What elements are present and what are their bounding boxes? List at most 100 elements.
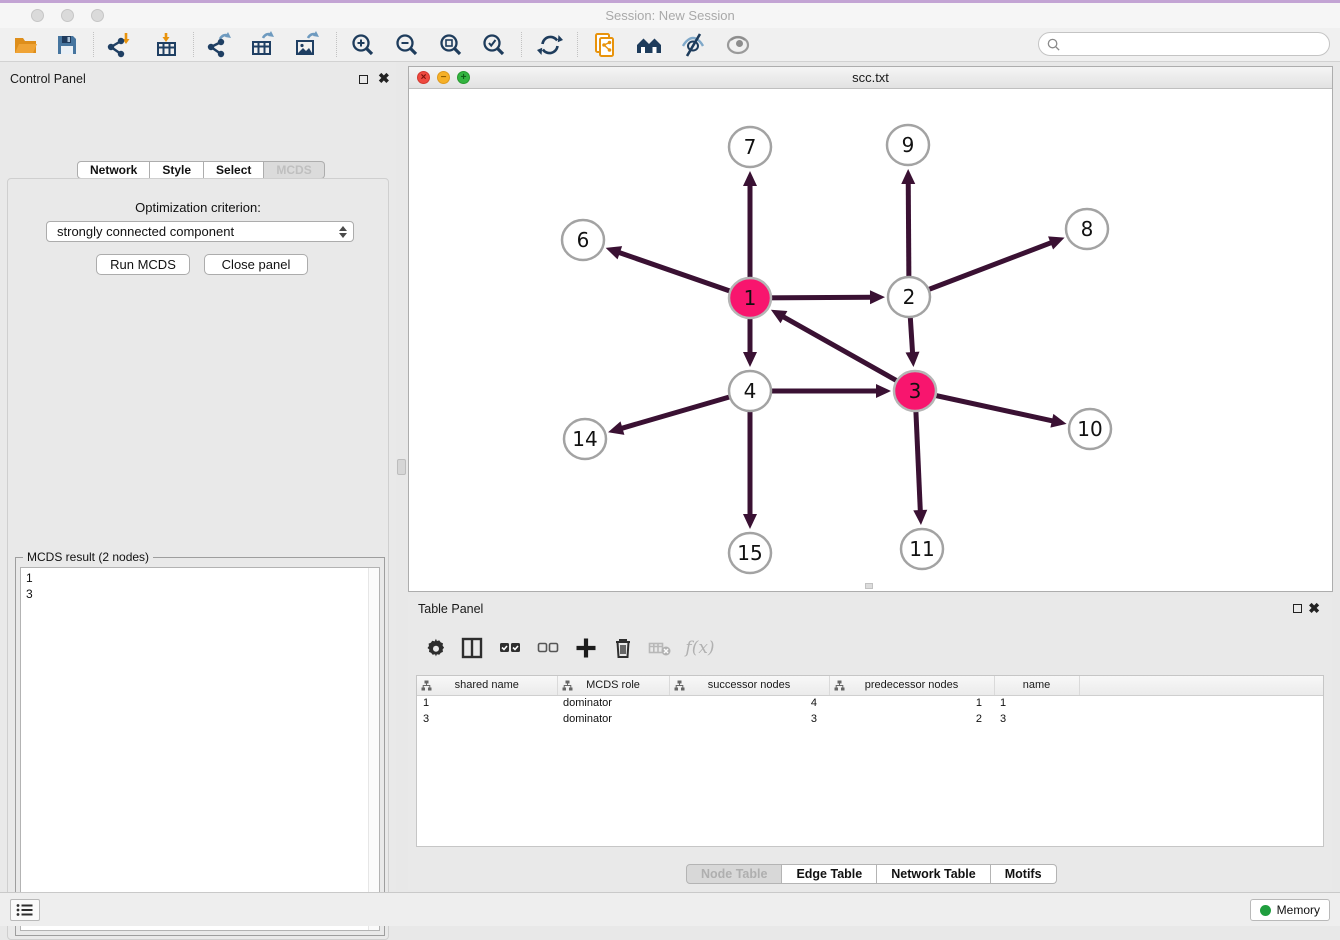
graph-node-9[interactable]: 9 [887, 125, 929, 165]
table-row[interactable]: 3dominator323 [417, 711, 1323, 727]
toolbar-separator [93, 32, 94, 57]
zoom-in-icon[interactable] [348, 30, 378, 60]
arrowhead-icon [606, 246, 622, 259]
graph-node-4[interactable]: 4 [729, 371, 771, 411]
vertical-splitter-handle[interactable] [397, 459, 406, 475]
graph-node-1[interactable]: 1 [729, 278, 771, 318]
memory-status-icon [1260, 905, 1271, 916]
save-session-icon[interactable] [52, 30, 82, 60]
column-header-name[interactable]: name [994, 676, 1079, 695]
task-history-button[interactable] [10, 899, 40, 921]
graph-node-8[interactable]: 8 [1066, 209, 1108, 249]
export-image-icon[interactable] [292, 30, 322, 60]
criterion-dropdown[interactable]: strongly connected component [46, 221, 354, 242]
result-line: 1 [26, 570, 374, 586]
status-bar: Memory [0, 892, 1340, 926]
open-session-icon[interactable] [11, 30, 41, 60]
function-builder-icon[interactable]: f(x) [682, 634, 718, 662]
tab-network[interactable]: Network [77, 161, 150, 179]
graph-node-10[interactable]: 10 [1069, 409, 1111, 449]
export-network-icon[interactable] [204, 30, 234, 60]
svg-text:8: 8 [1081, 217, 1094, 241]
import-network-icon[interactable] [104, 30, 134, 60]
graph-edge-3-1[interactable] [782, 316, 915, 391]
tab-mcds[interactable]: MCDS [264, 161, 324, 179]
svg-text:6: 6 [577, 228, 590, 252]
graphics-details-icon[interactable] [723, 30, 753, 60]
mcds-result-title: MCDS result (2 nodes) [23, 550, 153, 564]
zoom-out-icon[interactable] [392, 30, 422, 60]
tab-style[interactable]: Style [150, 161, 204, 179]
mcds-result-group: MCDS result (2 nodes) 1 3 [15, 557, 385, 936]
search-input[interactable] [1061, 37, 1329, 51]
close-panel-button[interactable]: Close panel [204, 254, 308, 275]
network-canvas[interactable]: 7 9 6 8 1 2 4 3 14 10 15 11 [409, 89, 1332, 592]
deselect-all-icon[interactable] [534, 634, 562, 662]
graph-node-15[interactable]: 15 [729, 533, 771, 573]
zoom-fit-icon[interactable] [436, 30, 466, 60]
control-panel: Control Panel ✖ Network Style Select MCD… [0, 62, 396, 890]
hide-selected-icon[interactable] [678, 30, 708, 60]
close-panel-icon[interactable]: ✖ [378, 73, 390, 83]
svg-text:2: 2 [903, 285, 916, 309]
clone-network-icon[interactable] [590, 30, 620, 60]
column-panel-icon[interactable] [458, 634, 486, 662]
tab-select[interactable]: Select [204, 161, 264, 179]
float-table-panel-icon[interactable] [1293, 604, 1302, 613]
hierarchy-icon [421, 680, 432, 694]
svg-text:15: 15 [737, 541, 762, 565]
app-titlebar: Session: New Session [0, 3, 1340, 28]
tab-node-table[interactable]: Node Table [686, 864, 782, 884]
hierarchy-icon [674, 680, 685, 694]
table-header-row: shared name MCDS role successor nodes pr… [417, 676, 1323, 695]
graph-node-11[interactable]: 11 [901, 529, 943, 569]
column-header-predecessor-nodes[interactable]: predecessor nodes [829, 676, 994, 695]
svg-text:4: 4 [744, 379, 757, 403]
tab-edge-table[interactable]: Edge Table [782, 864, 877, 884]
arrowhead-icon [1050, 414, 1066, 428]
add-row-icon[interactable] [572, 634, 600, 662]
show-all-homes-icon[interactable] [634, 30, 664, 60]
control-panel-tabs: Network Style Select MCDS [77, 161, 325, 179]
table-settings-gear-icon[interactable] [422, 634, 450, 662]
arrowhead-icon [743, 514, 757, 529]
mcds-result-textarea[interactable]: 1 3 [20, 567, 380, 931]
select-all-icon[interactable] [496, 634, 524, 662]
svg-text:1: 1 [744, 286, 757, 310]
network-window: × − + scc.txt 7 9 6 8 1 2 4 3 14 10 15 11 [408, 66, 1333, 592]
tab-motifs[interactable]: Motifs [991, 864, 1057, 884]
import-table-icon[interactable] [152, 30, 182, 60]
float-panel-icon[interactable] [359, 75, 368, 84]
close-table-panel-icon[interactable]: ✖ [1308, 603, 1320, 613]
table-row[interactable]: 1dominator411 [417, 695, 1323, 711]
zoom-selected-icon[interactable] [479, 30, 509, 60]
run-mcds-button[interactable]: Run MCDS [96, 254, 190, 275]
tab-network-table[interactable]: Network Table [877, 864, 991, 884]
svg-text:14: 14 [572, 427, 597, 451]
graph-node-3[interactable]: 3 [894, 371, 936, 411]
table-panel-title: Table Panel [418, 602, 483, 616]
search-box[interactable] [1038, 32, 1330, 56]
graph-edge-2-8[interactable] [909, 242, 1052, 297]
main-toolbar [0, 28, 1340, 62]
column-header-mcds-role[interactable]: MCDS role [557, 676, 669, 695]
arrowhead-icon [906, 352, 920, 367]
network-window-titlebar[interactable]: × − + scc.txt [409, 67, 1332, 89]
column-header-shared-name[interactable]: shared name [417, 676, 557, 695]
result-scrollbar[interactable] [368, 568, 379, 930]
hierarchy-icon [562, 680, 573, 694]
delete-row-trash-icon[interactable] [609, 634, 637, 662]
graph-node-7[interactable]: 7 [729, 127, 771, 167]
export-table-icon[interactable] [248, 30, 278, 60]
node-table: shared name MCDS role successor nodes pr… [416, 675, 1324, 847]
delete-table-icon[interactable] [646, 634, 674, 662]
result-line: 3 [26, 586, 374, 602]
refresh-icon[interactable] [535, 30, 565, 60]
graph-node-14[interactable]: 14 [564, 419, 606, 459]
graph-node-6[interactable]: 6 [562, 220, 604, 260]
column-header-successor-nodes[interactable]: successor nodes [669, 676, 829, 695]
graph-node-2[interactable]: 2 [888, 277, 930, 317]
memory-button[interactable]: Memory [1250, 899, 1330, 921]
svg-text:10: 10 [1077, 417, 1102, 441]
canvas-resize-handle[interactable] [865, 583, 873, 589]
